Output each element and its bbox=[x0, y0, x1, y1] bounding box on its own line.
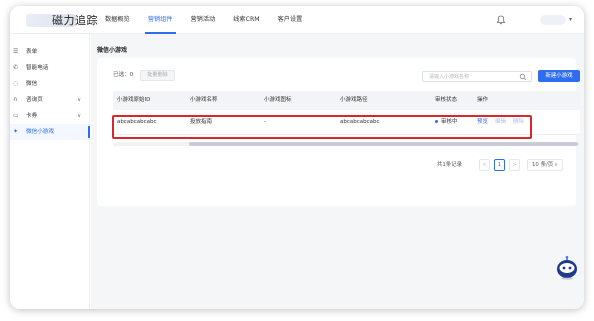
table-header: 小游戏原始ID 小游戏名称 小游戏图标 小游戏路径 审核状态 操作 bbox=[113, 91, 580, 110]
batch-delete-button[interactable]: 批量删除 bbox=[140, 70, 175, 81]
column-header: 操作 bbox=[477, 97, 489, 103]
top-nav: 数据概览 营销组件 营销活动 线索CRM 客户设置 bbox=[96, 6, 311, 34]
list-icon: ☰ bbox=[13, 48, 19, 55]
selected-count: 已选：0 bbox=[113, 72, 134, 78]
nav-item-customer-settings[interactable]: 客户设置 bbox=[269, 6, 312, 34]
pagination-total: 共1条记录 bbox=[437, 162, 462, 168]
nav-item-marketing-components[interactable]: 营销组件 bbox=[139, 6, 182, 34]
column-header: 小游戏路径 bbox=[340, 97, 368, 103]
sidebar-item-label: 咨询页 bbox=[26, 97, 43, 103]
column-header: 审核状态 bbox=[435, 97, 458, 103]
search-input[interactable] bbox=[423, 72, 515, 81]
horizontal-scrollbar[interactable] bbox=[113, 142, 580, 146]
nav-item-marketing-campaigns[interactable]: 营销活动 bbox=[182, 6, 225, 34]
app-window: 磁力追踪 数据概览 营销组件 营销活动 线索CRM 客户设置 ▾ ☰ 表单 ✆ … bbox=[10, 6, 584, 309]
chevron-down-icon: ∨ bbox=[77, 97, 81, 103]
search-icon[interactable] bbox=[519, 73, 527, 81]
sidebar-item-form[interactable]: ☰ 表单 bbox=[10, 44, 89, 60]
chevron-down-icon[interactable]: ▾ bbox=[569, 16, 572, 23]
sidebar-item-consult-page[interactable]: ∩ 咨询页 ∨ bbox=[10, 92, 89, 108]
phone-icon: ✆ bbox=[13, 64, 19, 71]
next-page-button[interactable]: > bbox=[509, 159, 520, 171]
sidebar-item-wechat[interactable]: ◌ 微信 bbox=[10, 76, 89, 92]
wechat-icon: ◌ bbox=[13, 80, 19, 87]
sidebar-item-label: 卡券 bbox=[26, 113, 38, 119]
assistant-robot-icon[interactable] bbox=[555, 255, 579, 281]
sidebar-item-label: 表单 bbox=[26, 49, 38, 55]
bell-icon[interactable] bbox=[496, 15, 506, 25]
sidebar-item-label: 微信小游戏 bbox=[26, 129, 54, 135]
page-number-button[interactable]: 1 bbox=[494, 159, 505, 171]
content-card: 已选：0 批量删除 新建小游戏 小游戏原始ID 小游戏名称 小游戏图标 小游戏路… bbox=[97, 58, 580, 206]
headset-icon: ∩ bbox=[13, 96, 18, 103]
page-size-value: 10 条/页 bbox=[532, 162, 554, 168]
page-title: 微信小游戏 bbox=[97, 47, 128, 54]
column-header: 小游戏名称 bbox=[190, 97, 218, 103]
logo-text: 磁力追踪 bbox=[52, 14, 98, 27]
scrollbar-thumb[interactable] bbox=[189, 142, 578, 146]
game-icon: ✦ bbox=[13, 128, 19, 135]
sidebar-item-smart-phone[interactable]: ✆ 智能电话 bbox=[10, 60, 89, 76]
page-size-select[interactable]: 10 条/页 ∨ bbox=[527, 159, 563, 171]
chevron-down-icon: ∨ bbox=[554, 162, 558, 168]
sidebar: ☰ 表单 ✆ 智能电话 ◌ 微信 ∩ 咨询页 ∨ ▭ 卡券 ∨ ✦ 微信小游戏 bbox=[10, 34, 90, 309]
new-minigame-button[interactable]: 新建小游戏 bbox=[538, 70, 580, 82]
highlight-box bbox=[112, 115, 532, 139]
nav-item-leads-crm[interactable]: 线索CRM bbox=[224, 6, 268, 34]
search-box bbox=[422, 71, 532, 82]
top-bar: 磁力追踪 数据概览 营销组件 营销活动 线索CRM 客户设置 ▾ bbox=[10, 6, 584, 34]
ticket-icon: ▭ bbox=[13, 112, 19, 119]
prev-page-button[interactable]: < bbox=[479, 159, 490, 171]
sidebar-item-coupon[interactable]: ▭ 卡券 ∨ bbox=[10, 108, 89, 124]
chevron-down-icon: ∨ bbox=[77, 113, 81, 119]
sidebar-item-wechat-minigame[interactable]: ✦ 微信小游戏 bbox=[10, 124, 90, 140]
sidebar-item-label: 微信 bbox=[26, 81, 38, 87]
nav-item-data-overview[interactable]: 数据概览 bbox=[96, 6, 139, 34]
sidebar-item-label: 智能电话 bbox=[26, 65, 49, 71]
column-header: 小游戏图标 bbox=[264, 97, 292, 103]
user-avatar-blurred[interactable] bbox=[540, 15, 566, 25]
column-header: 小游戏原始ID bbox=[117, 97, 151, 103]
main-content: 微信小游戏 已选：0 批量删除 新建小游戏 小游戏原始ID 小游戏名称 小游戏图… bbox=[91, 34, 584, 309]
